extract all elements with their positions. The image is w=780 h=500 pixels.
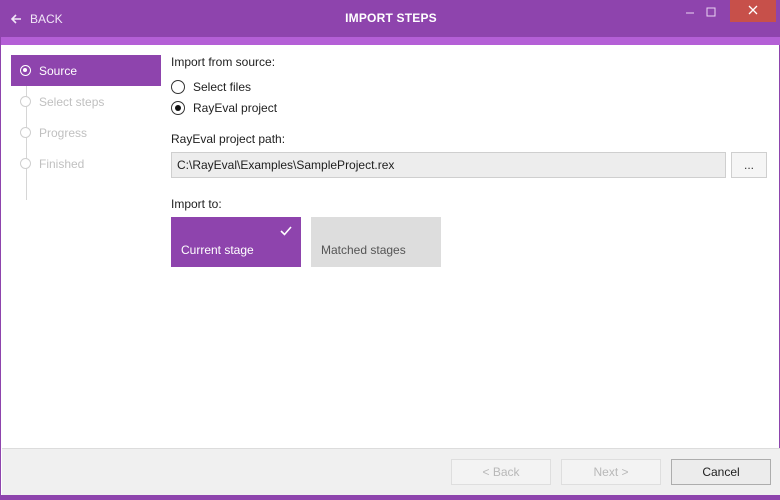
step-label: Progress bbox=[39, 126, 88, 140]
step-select-steps[interactable]: Select steps bbox=[11, 86, 161, 117]
radio-label: Select files bbox=[193, 79, 252, 94]
step-label: Select steps bbox=[39, 95, 105, 109]
footer-bar: < Back Next > Cancel bbox=[2, 448, 780, 495]
back-step-button[interactable]: < Back bbox=[451, 459, 551, 485]
close-button[interactable] bbox=[730, 0, 776, 22]
import-source-label: Import from source: bbox=[171, 55, 276, 69]
import-steps-window: BACK IMPORT STEPS Source Select steps Pr… bbox=[0, 0, 780, 500]
title-bar-accent-strip bbox=[1, 37, 780, 45]
minimize-icon bbox=[685, 6, 695, 20]
next-step-button[interactable]: Next > bbox=[561, 459, 661, 485]
import-target-tiles: Current stage Matched stages bbox=[171, 217, 767, 267]
cancel-button[interactable]: Cancel bbox=[671, 459, 771, 485]
project-path-label: RayEval project path: bbox=[171, 132, 286, 146]
maximize-button[interactable] bbox=[698, 0, 724, 25]
tile-label: Current stage bbox=[181, 243, 254, 257]
tile-current-stage[interactable]: Current stage bbox=[171, 217, 301, 267]
tile-matched-stages[interactable]: Matched stages bbox=[311, 217, 441, 267]
checkmark-icon bbox=[280, 225, 292, 239]
tile-label: Matched stages bbox=[321, 243, 406, 257]
step-indicator-icon bbox=[20, 96, 31, 107]
title-bar: BACK IMPORT STEPS bbox=[1, 0, 780, 37]
window-title: IMPORT STEPS bbox=[345, 11, 437, 25]
step-indicator-icon bbox=[20, 127, 31, 138]
radio-circle-icon bbox=[171, 100, 185, 115]
project-path-input[interactable] bbox=[171, 152, 727, 178]
maximize-icon bbox=[706, 6, 716, 20]
step-indicator-icon bbox=[20, 158, 31, 169]
radio-circle-icon bbox=[171, 79, 185, 94]
main-panel: Import from source: Select files RayEval… bbox=[171, 55, 767, 267]
close-icon bbox=[748, 4, 758, 18]
radio-label: RayEval project bbox=[193, 100, 278, 115]
step-label: Finished bbox=[39, 157, 85, 171]
radio-select-files[interactable]: Select files bbox=[171, 76, 767, 97]
browse-button[interactable]: ... bbox=[731, 152, 767, 178]
step-label: Source bbox=[39, 64, 78, 78]
step-progress[interactable]: Progress bbox=[11, 117, 161, 148]
import-to-label: Import to: bbox=[171, 197, 222, 211]
radio-rayeval-project[interactable]: RayEval project bbox=[171, 97, 767, 118]
step-source[interactable]: Source bbox=[11, 55, 161, 86]
step-indicator-icon bbox=[20, 65, 31, 76]
step-finished[interactable]: Finished bbox=[11, 148, 161, 179]
project-path-row: ... bbox=[171, 152, 767, 178]
steps-sidebar: Source Select steps Progress Finished bbox=[11, 55, 161, 200]
